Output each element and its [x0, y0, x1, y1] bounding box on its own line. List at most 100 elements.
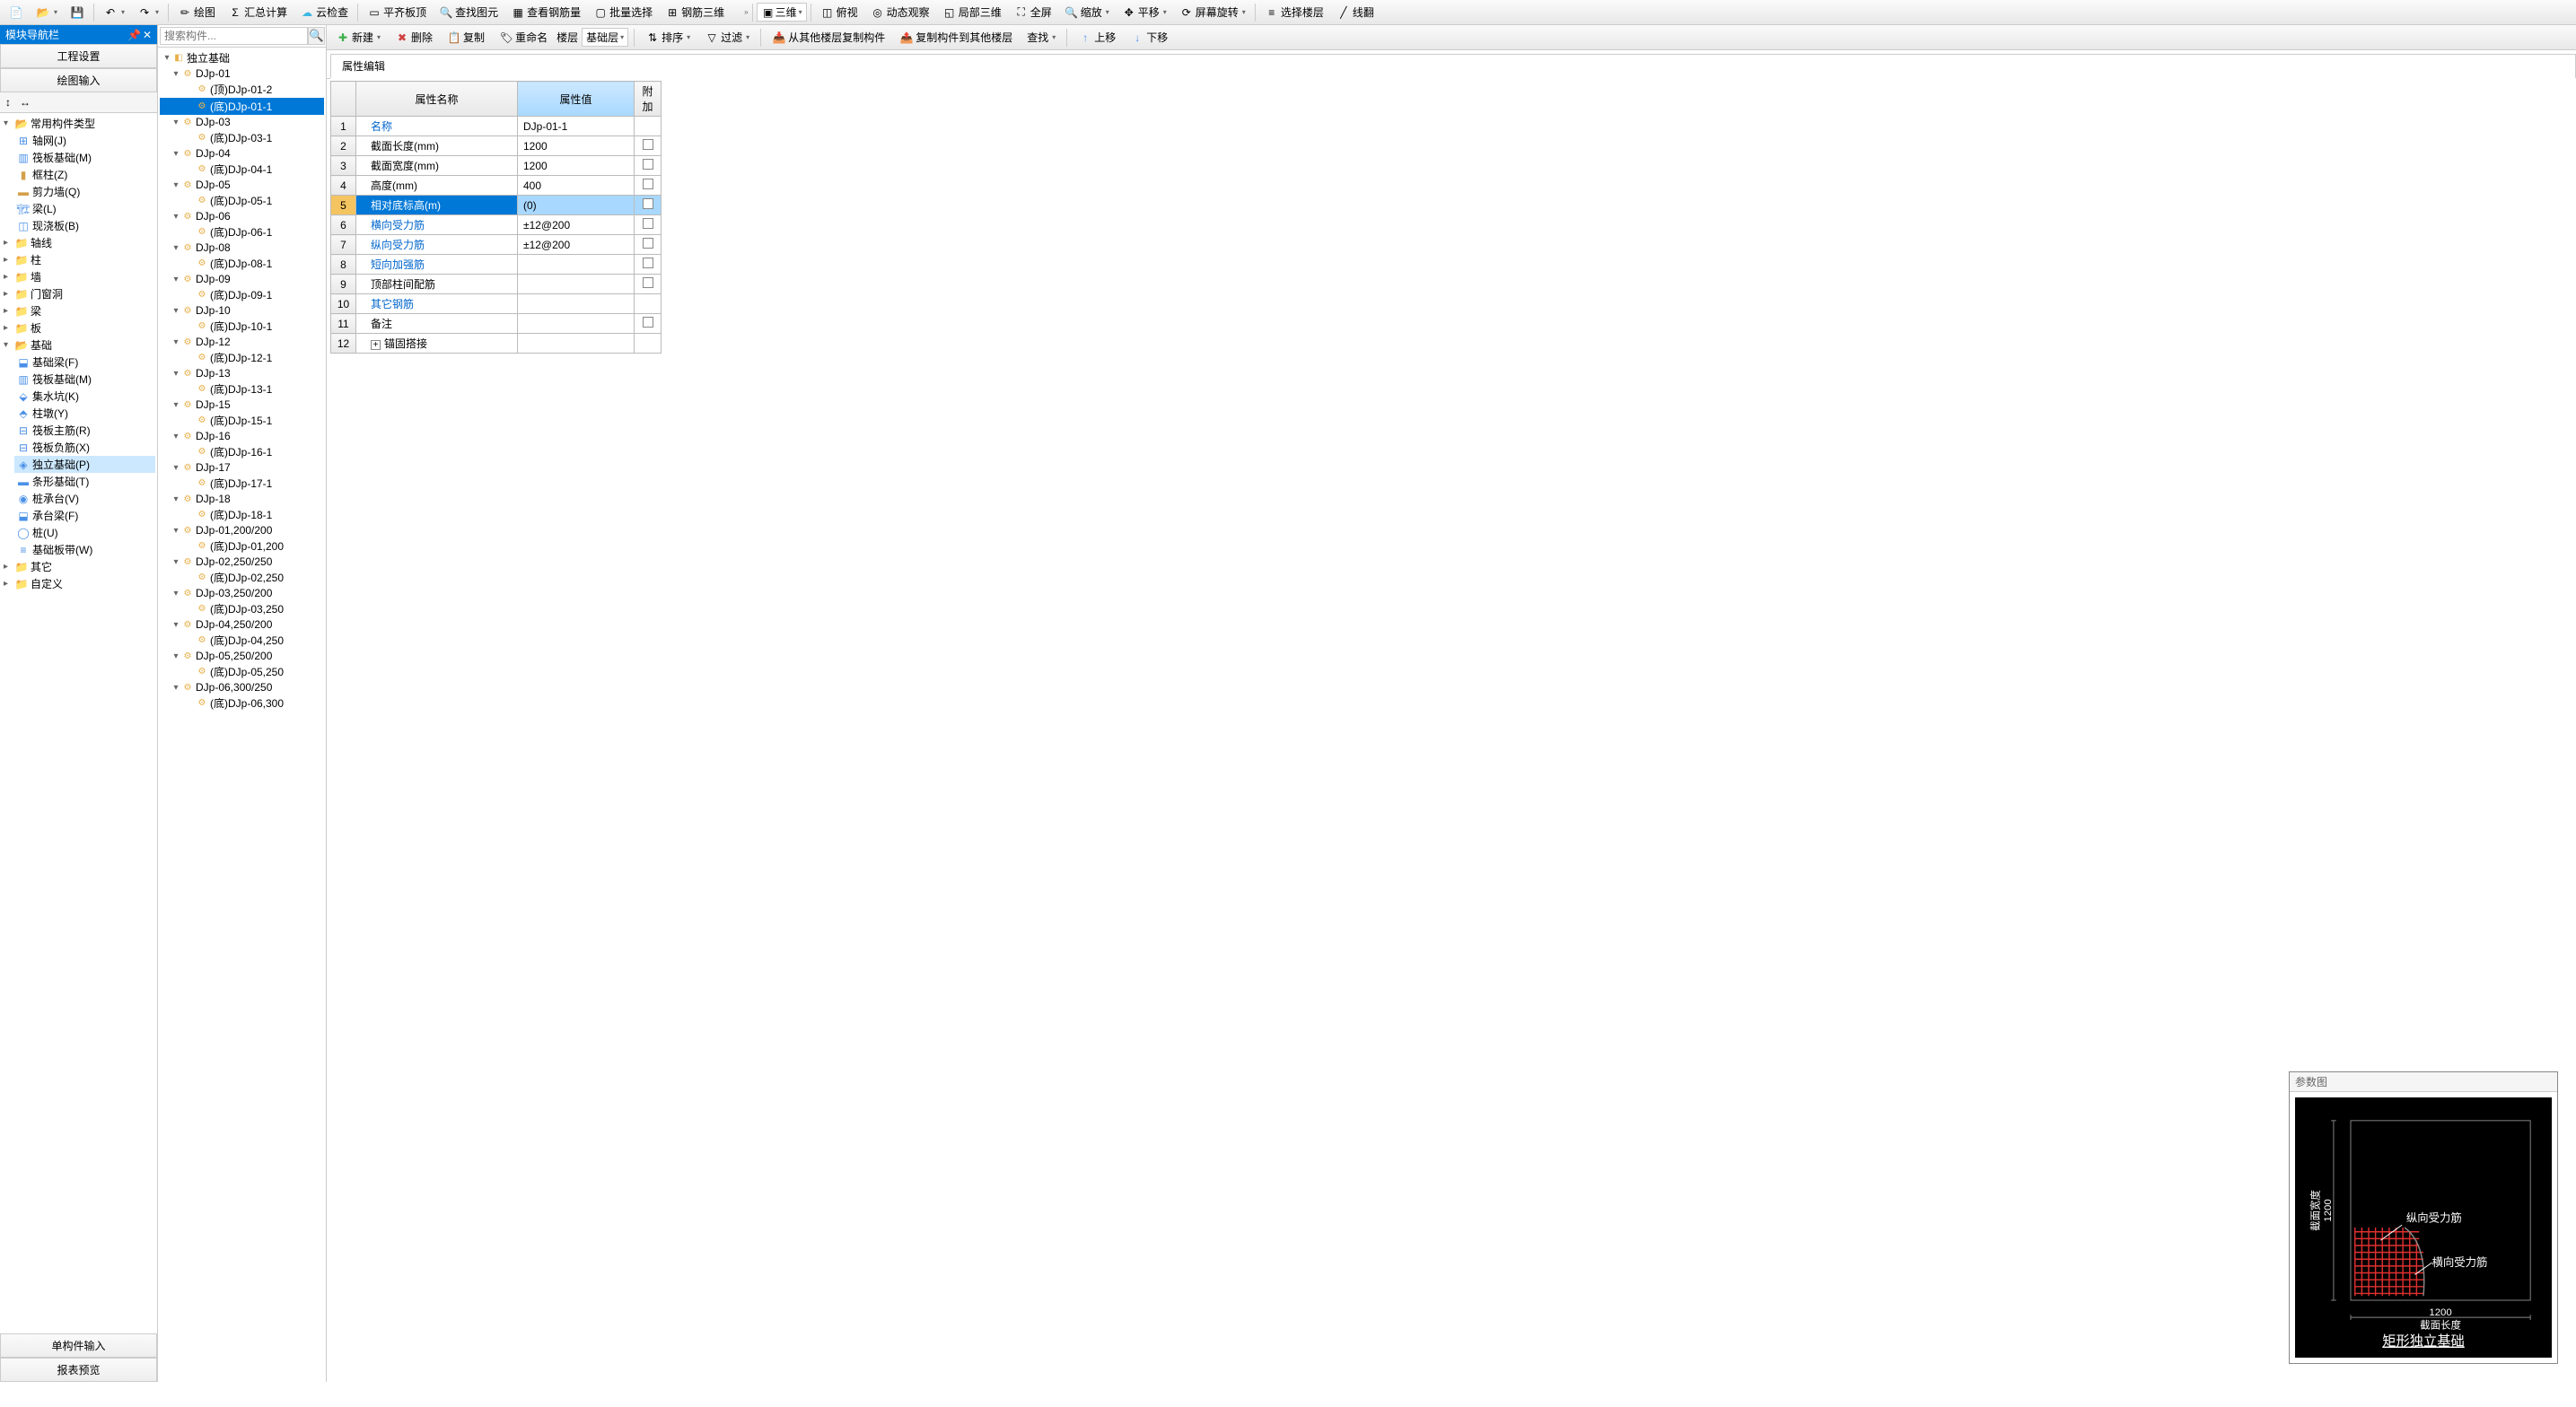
property-value[interactable]: 1200	[518, 156, 635, 176]
cloud-check-button[interactable]: ☁云检查	[294, 3, 354, 22]
mtree-group[interactable]: ▾DJp-03,250/200	[160, 586, 324, 600]
property-value[interactable]	[518, 275, 635, 294]
expand-all-button[interactable]: ↕	[2, 94, 14, 110]
tree-node-custom[interactable]: ▸📁自定义	[2, 575, 155, 592]
tree-node-column[interactable]: ▸📁柱	[2, 251, 155, 268]
property-attach[interactable]	[635, 136, 662, 156]
tree-node-slab[interactable]: ◫现浇板(B)	[14, 217, 155, 234]
pan-button[interactable]: ✥平移▾	[1117, 3, 1172, 22]
tree-node-sump[interactable]: ⬙集水坑(K)	[14, 388, 155, 405]
mtree-group[interactable]: ▾DJp-05,250/200	[160, 649, 324, 663]
property-row[interactable]: 1 名称 DJp-01-1	[331, 117, 662, 136]
tab-draw-input[interactable]: 绘图输入	[0, 68, 157, 92]
tree-node-raft2[interactable]: ▥筏板基础(M)	[14, 371, 155, 388]
tree-node-capbeam[interactable]: ⬓承台梁(F)	[14, 507, 155, 524]
tree-node-raftmain[interactable]: ⊟筏板主筋(R)	[14, 422, 155, 439]
mtree-group[interactable]: ▾DJp-06	[160, 209, 324, 223]
tree-node-raft[interactable]: ▥筏板基础(M)	[14, 149, 155, 166]
property-attach[interactable]	[635, 117, 662, 136]
view3d-combo[interactable]: ▣三维▾	[757, 3, 807, 22]
filter-button[interactable]: ▽过滤▾	[699, 28, 755, 47]
attach-checkbox[interactable]	[643, 218, 653, 229]
screen-rotate-button[interactable]: ⟳屏幕旋转▾	[1174, 3, 1251, 22]
property-row[interactable]: 9 顶部柱间配筋	[331, 275, 662, 294]
floor-combo[interactable]: 基础层▾	[582, 28, 628, 47]
find-button[interactable]: 查找▾	[1021, 28, 1061, 47]
delete-button[interactable]: ✖删除	[390, 28, 438, 47]
mtree-item[interactable]: (底)DJp-03,250	[160, 600, 324, 617]
col-header-value[interactable]: 属性值	[518, 82, 635, 117]
property-row[interactable]: 2 截面长度(mm) 1200	[331, 136, 662, 156]
mtree-item[interactable]: (底)DJp-09-1	[160, 286, 324, 303]
property-name[interactable]: 横向受力筋	[356, 215, 518, 235]
tab-single-input[interactable]: 单构件输入	[0, 1333, 157, 1358]
chevron-double-icon[interactable]: »	[744, 8, 748, 16]
tree-node-beam[interactable]: 🏗梁(L)	[14, 200, 155, 217]
mtree-group[interactable]: ▾DJp-17	[160, 460, 324, 475]
mtree-item[interactable]: (底)DJp-04,250	[160, 632, 324, 649]
property-row[interactable]: 7 纵向受力筋 ±12@200	[331, 235, 662, 255]
rename-button[interactable]: 🏷重命名	[494, 28, 553, 47]
property-row[interactable]: 5 相对底标高(m) (0)	[331, 196, 662, 215]
property-value[interactable]	[518, 294, 635, 314]
property-row[interactable]: 12 +锚固搭接	[331, 334, 662, 354]
property-attach[interactable]	[635, 314, 662, 334]
tab-report-preview[interactable]: 报表预览	[0, 1358, 157, 1382]
flat-top-button[interactable]: ▭平齐板顶	[362, 3, 432, 22]
mtree-group[interactable]: ▾DJp-02,250/250	[160, 555, 324, 569]
mtree-item[interactable]: (顶)DJp-01-2	[160, 81, 324, 98]
search-button[interactable]: 🔍	[308, 27, 325, 45]
component-instance-tree[interactable]: ▾独立基础▾DJp-01(顶)DJp-01-2(底)DJp-01-1▾DJp-0…	[158, 48, 326, 1382]
property-attach[interactable]	[635, 275, 662, 294]
local-3d-button[interactable]: ◱局部三维	[937, 3, 1007, 22]
mtree-item[interactable]: (底)DJp-04-1	[160, 161, 324, 178]
new-button[interactable]: ✚新建▾	[330, 28, 386, 47]
sort-button[interactable]: ⇅排序▾	[640, 28, 696, 47]
property-name[interactable]: 顶部柱间配筋	[356, 275, 518, 294]
view-rebar-button[interactable]: ▦查看钢筋量	[505, 3, 586, 22]
tree-node-indfound[interactable]: ◈独立基础(P)	[14, 456, 155, 473]
mtree-item[interactable]: (底)DJp-02,250	[160, 569, 324, 586]
property-attach[interactable]	[635, 255, 662, 275]
mtree-item[interactable]: (底)DJp-05,250	[160, 663, 324, 680]
tree-node-raftneg[interactable]: ⊟筏板负筋(X)	[14, 439, 155, 456]
property-attach[interactable]	[635, 334, 662, 354]
property-name[interactable]: 备注	[356, 314, 518, 334]
tree-node-foundstrip[interactable]: ≡基础板带(W)	[14, 541, 155, 558]
tree-node-framecol[interactable]: ▮框柱(Z)	[14, 166, 155, 183]
redo-button[interactable]: ↷▾	[132, 4, 164, 22]
collapse-all-button[interactable]: ↔	[16, 94, 34, 110]
property-row[interactable]: 6 横向受力筋 ±12@200	[331, 215, 662, 235]
property-row[interactable]: 10 其它钢筋	[331, 294, 662, 314]
tree-node-pilecap[interactable]: ◉桩承台(V)	[14, 490, 155, 507]
property-value[interactable]	[518, 314, 635, 334]
search-input[interactable]	[160, 27, 308, 45]
property-value[interactable]: ±12@200	[518, 215, 635, 235]
property-edit-tab[interactable]: 属性编辑	[330, 54, 2576, 79]
draw-button[interactable]: ✏绘图	[172, 3, 221, 22]
mtree-group[interactable]: ▾DJp-08	[160, 240, 324, 255]
property-attach[interactable]	[635, 196, 662, 215]
tree-node-axisgrid[interactable]: ⊞轴网(J)	[14, 132, 155, 149]
attach-checkbox[interactable]	[643, 159, 653, 170]
component-type-tree[interactable]: ▾📂常用构件类型 ⊞轴网(J) ▥筏板基础(M) ▮框柱(Z) ▬剪力墙(Q) …	[0, 113, 157, 1333]
mtree-group[interactable]: ▾DJp-01	[160, 66, 324, 81]
property-value[interactable]: 400	[518, 176, 635, 196]
tree-node-other[interactable]: ▸📁其它	[2, 558, 155, 575]
attach-checkbox[interactable]	[643, 198, 653, 209]
property-name[interactable]: 短向加强筋	[356, 255, 518, 275]
tree-node-slab2[interactable]: ▸📁板	[2, 319, 155, 336]
mtree-item[interactable]: (底)DJp-12-1	[160, 349, 324, 366]
tab-project-settings[interactable]: 工程设置	[0, 44, 157, 68]
attach-checkbox[interactable]	[643, 317, 653, 328]
copy-to-button[interactable]: 📤复制构件到其他楼层	[894, 28, 1018, 47]
mtree-item[interactable]: (底)DJp-08-1	[160, 255, 324, 272]
property-name[interactable]: 截面长度(mm)	[356, 136, 518, 156]
mtree-root[interactable]: ▾独立基础	[160, 49, 324, 66]
line-flip-button[interactable]: ╱线翻	[1331, 3, 1380, 22]
tree-node-stripfound[interactable]: ▬条形基础(T)	[14, 473, 155, 490]
property-value[interactable]	[518, 334, 635, 354]
mtree-item[interactable]: (底)DJp-01,200	[160, 537, 324, 555]
property-value[interactable]: 1200	[518, 136, 635, 156]
mtree-item[interactable]: (底)DJp-03-1	[160, 129, 324, 146]
